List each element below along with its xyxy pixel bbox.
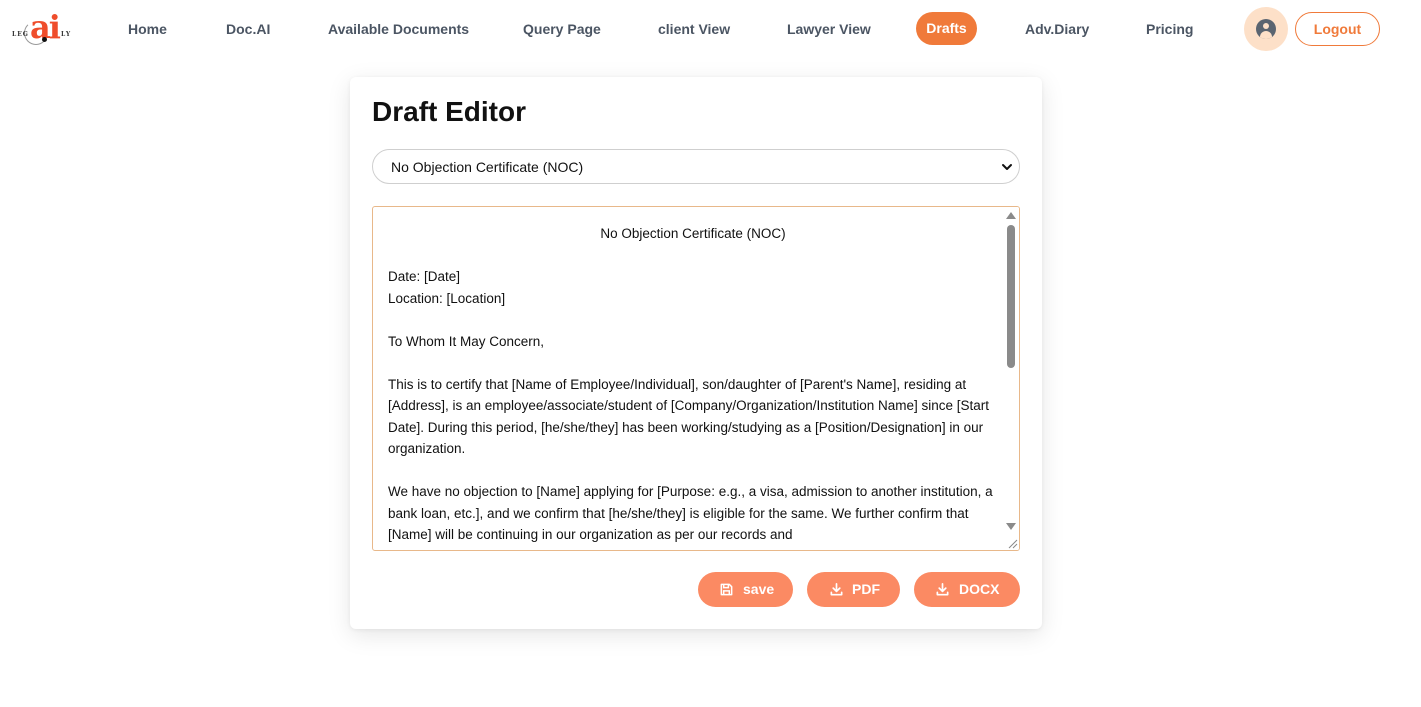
save-button[interactable]: save [698, 572, 793, 607]
draft-editor-card: Draft Editor No Objection Certificate (N… [350, 77, 1042, 629]
user-avatar-icon [1256, 19, 1276, 39]
scroll-up-icon[interactable] [1006, 212, 1016, 219]
resize-handle-icon[interactable] [1006, 537, 1018, 549]
save-label: save [743, 581, 775, 597]
download-icon [830, 583, 843, 596]
doc-salutation: To Whom It May Concern, [388, 333, 545, 349]
doc-paragraph-1: This is to certify that [Name of Employe… [388, 376, 990, 457]
doc-paragraph-2: We have no objection to [Name] applying … [388, 484, 993, 542]
nav-lawyer-view[interactable]: Lawyer View [787, 19, 871, 39]
scroll-thumb[interactable] [1007, 225, 1015, 368]
nav-query-page[interactable]: Query Page [523, 19, 601, 39]
docx-label: DOCX [959, 581, 1000, 597]
docx-download-button[interactable]: DOCX [914, 572, 1020, 607]
download-icon [936, 583, 949, 596]
nav-adv-diary[interactable]: Adv.Diary [1025, 19, 1089, 39]
nav-docai[interactable]: Doc.AI [226, 19, 270, 39]
top-navbar: ai LEG LY Home Doc.AI Available Document… [0, 0, 1421, 58]
nav-pricing[interactable]: Pricing [1146, 19, 1193, 39]
doc-date-line: Date: [Date] [388, 269, 461, 284]
chevron-down-icon [1002, 164, 1012, 170]
profile-button[interactable] [1244, 7, 1288, 51]
doc-location-line: Location: [Location] [388, 290, 506, 306]
nav-client-view[interactable]: client View [658, 19, 730, 39]
logo-dot [42, 37, 47, 42]
save-icon [720, 583, 733, 596]
editor-scrollbar[interactable] [1003, 207, 1019, 550]
template-select[interactable]: No Objection Certificate (NOC) [372, 149, 1020, 184]
nav-available-documents[interactable]: Available Documents [328, 19, 469, 39]
nav-drafts[interactable]: Drafts [916, 12, 977, 45]
draft-textarea[interactable]: No Objection Certificate (NOC) Date: [Da… [372, 206, 1020, 551]
logout-button[interactable]: Logout [1295, 12, 1380, 46]
pdf-download-button[interactable]: PDF [807, 572, 900, 607]
draft-content: No Objection Certificate (NOC) Date: [Da… [388, 223, 998, 546]
pdf-label: PDF [852, 581, 880, 597]
doc-title: No Objection Certificate (NOC) [600, 226, 786, 241]
template-select-value: No Objection Certificate (NOC) [391, 159, 584, 175]
page-title: Draft Editor [372, 96, 526, 127]
logo-right-text: LY [61, 31, 72, 38]
logo-left-text: LEG [12, 31, 29, 38]
brand-logo[interactable]: ai LEG LY [12, 8, 74, 49]
nav-home[interactable]: Home [128, 19, 167, 39]
scroll-down-icon[interactable] [1006, 523, 1016, 530]
